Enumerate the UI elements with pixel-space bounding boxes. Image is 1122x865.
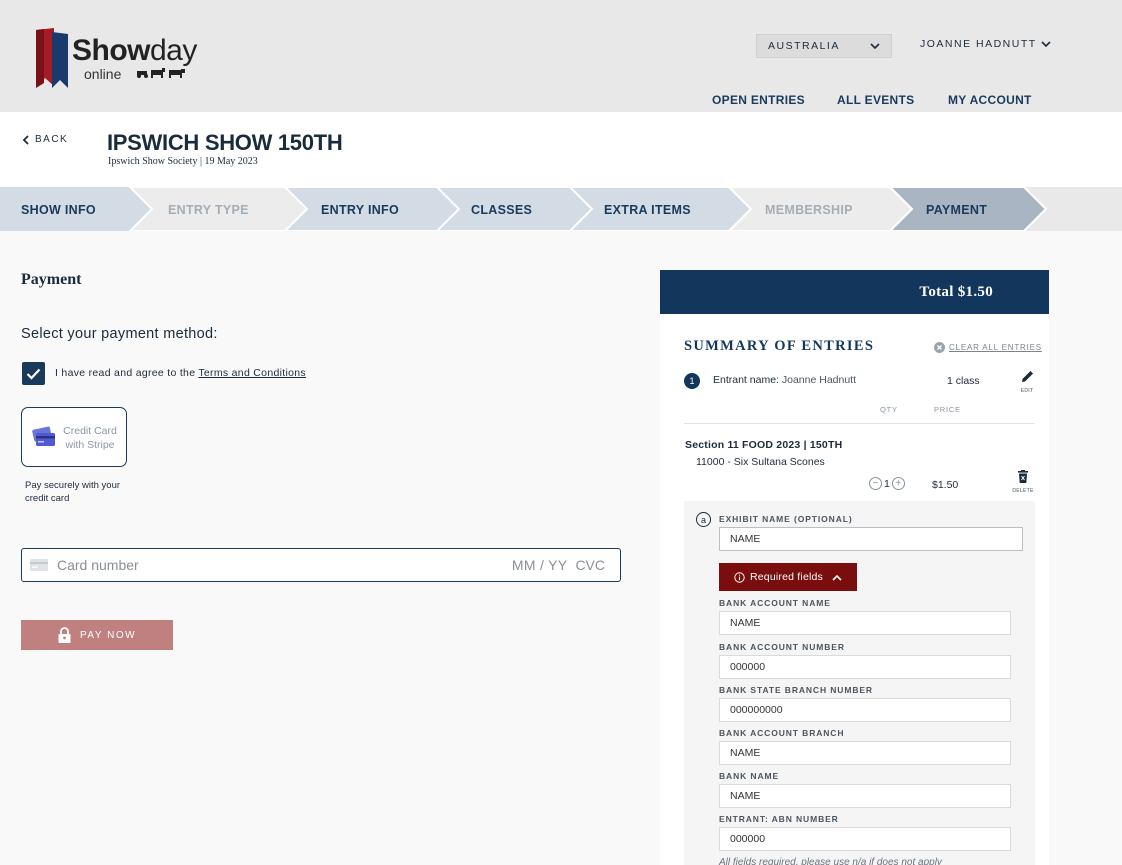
step-membership[interactable]: MEMBERSHIP xyxy=(765,203,853,217)
page-subtitle: Ipswich Show Society | 19 May 2023 xyxy=(108,156,258,167)
required-fields-toggle[interactable]: Required fields xyxy=(719,563,857,591)
payment-panel: Payment Select your payment method: I ha… xyxy=(0,231,640,865)
stripe-label: Credit Card with Stripe xyxy=(63,425,117,451)
entries-summary: Total $1.50 SUMMARY OF ENTRIES CLEAR ALL… xyxy=(660,270,1049,865)
card-expiry-placeholder: MM / YY xyxy=(511,557,568,573)
lock-icon xyxy=(58,627,71,643)
bank-account-name-input[interactable]: NAME xyxy=(719,611,1011,635)
abn-number-input[interactable]: 000000 xyxy=(719,827,1011,851)
logo-wordmark: Showday xyxy=(72,34,197,67)
bank-account-name-label: BANK ACCOUNT NAME xyxy=(719,598,831,608)
clear-all-label: CLEAR ALL ENTRIES xyxy=(949,343,1042,352)
card-icon xyxy=(30,559,48,571)
pay-secure-text: Pay securely with your credit card xyxy=(25,480,121,504)
nav-open-entries[interactable]: OPEN ENTRIES xyxy=(712,93,805,107)
delete-button[interactable]: DELETE xyxy=(1012,470,1034,494)
terms-link[interactable]: Terms and Conditions xyxy=(198,367,306,379)
checkmark-icon xyxy=(26,368,41,380)
total-bar: Total $1.50 xyxy=(660,270,1049,314)
fields-footnote: All fields required, please use n/a if d… xyxy=(719,857,942,865)
pay-now-button[interactable]: PAY NOW xyxy=(21,620,173,650)
country-value: AUSTRALIA xyxy=(768,40,840,52)
abn-number-label: ENTRANT: ABN NUMBER xyxy=(719,814,839,824)
credit-card-icon xyxy=(32,426,55,446)
nav-all-events[interactable]: ALL EVENTS xyxy=(837,93,914,107)
entrant-number-badge: 1 xyxy=(684,373,700,389)
close-circle-icon xyxy=(934,342,945,353)
step-entry-info[interactable]: ENTRY INFO xyxy=(321,203,399,217)
bank-name-input[interactable]: NAME xyxy=(719,784,1011,808)
class-count: 1 class xyxy=(947,375,980,387)
progress-steps: SHOW INFO ENTRY TYPE ENTRY INFO CLASSES … xyxy=(0,187,1122,231)
entry-price: $1.50 xyxy=(932,479,959,491)
edit-button[interactable]: EDIT xyxy=(1018,370,1036,394)
show-titlebar: BACK IPSWICH SHOW 150TH Ipswich Show Soc… xyxy=(0,112,1122,187)
step-classes[interactable]: CLASSES xyxy=(471,203,532,217)
entrant-name: Entrant name: Joanne Hadnutt xyxy=(713,374,857,386)
summary-divider xyxy=(684,423,1035,424)
showday-logo[interactable]: Showday online xyxy=(32,28,202,92)
logo-sub: online xyxy=(84,66,122,82)
back-label: BACK xyxy=(35,134,69,145)
pencil-icon xyxy=(1021,371,1033,382)
qty-column-header: QTY xyxy=(880,405,898,414)
pay-now-label: PAY NOW xyxy=(79,629,137,641)
section-title: Section 11 FOOD 2023 | 150TH xyxy=(685,439,843,451)
bank-account-branch-label: BANK ACCOUNT BRANCH xyxy=(719,728,845,738)
country-select[interactable]: AUSTRALIA xyxy=(756,34,892,58)
edit-label: EDIT xyxy=(1020,388,1034,394)
animals-icon xyxy=(137,68,185,78)
exhibit-letter: a xyxy=(696,512,711,527)
terms-checkbox[interactable] xyxy=(22,362,45,385)
terms-text: I have read and agree to the Terms and C… xyxy=(55,367,306,379)
bsb-number-input[interactable]: 000000000 xyxy=(719,698,1011,722)
card-number-input[interactable]: Card number MM / YY CVC xyxy=(21,548,621,582)
chevron-down-icon xyxy=(1041,40,1051,47)
payment-heading: Payment xyxy=(21,271,82,288)
bank-name-label: BANK NAME xyxy=(719,771,780,781)
class-name: 11000 - Six Sultana Scones xyxy=(696,456,825,468)
back-button[interactable]: BACK xyxy=(22,134,68,145)
step-show-info[interactable]: SHOW INFO xyxy=(21,203,96,217)
card-number-placeholder: Card number xyxy=(57,557,139,573)
bsb-number-label: BANK STATE BRANCH NUMBER xyxy=(719,685,873,695)
required-fields-label: Required fields xyxy=(749,571,824,583)
terms-prefix: I have read and agree to the xyxy=(55,367,199,379)
site-header: Showday online AUSTRALIA JOANNE HADNUTT … xyxy=(0,0,1122,112)
bank-account-number-input[interactable]: 000000 xyxy=(719,655,1011,679)
price-column-header: PRICE xyxy=(934,405,961,414)
bank-account-number-label: BANK ACCOUNT NUMBER xyxy=(719,642,845,652)
trash-icon xyxy=(1018,470,1028,483)
ribbon-icon xyxy=(36,28,68,88)
clear-all-entries[interactable]: CLEAR ALL ENTRIES xyxy=(934,342,1042,353)
decrement-button[interactable]: − xyxy=(869,477,882,490)
user-menu[interactable]: JOANNE HADNUTT xyxy=(920,38,1051,50)
increment-button[interactable]: + xyxy=(891,477,905,490)
bank-account-branch-input[interactable]: NAME xyxy=(719,741,1011,765)
select-method-label: Select your payment method: xyxy=(21,326,218,342)
card-cvc-placeholder: CVC xyxy=(575,557,605,573)
nav-my-account[interactable]: MY ACCOUNT xyxy=(948,93,1032,107)
chevron-left-icon xyxy=(22,134,29,145)
info-icon xyxy=(734,571,745,583)
quantity-value: 1 xyxy=(884,477,890,490)
summary-title: SUMMARY OF ENTRIES xyxy=(684,338,875,354)
chevron-down-icon xyxy=(870,42,880,49)
exhibit-name-label: EXHIBIT NAME (OPTIONAL) xyxy=(719,514,853,524)
page-title: IPSWICH SHOW 150TH xyxy=(107,130,343,155)
step-extra-items[interactable]: EXTRA ITEMS xyxy=(604,203,691,217)
step-payment[interactable]: PAYMENT xyxy=(926,203,987,217)
user-name: JOANNE HADNUTT xyxy=(920,38,1037,50)
exhibit-name-input[interactable]: NAME xyxy=(719,527,1023,551)
step-entry-type[interactable]: ENTRY TYPE xyxy=(168,203,249,217)
exhibit-details: a EXHIBIT NAME (OPTIONAL) NAME Required … xyxy=(684,501,1035,865)
stripe-payment-option[interactable]: Credit Card with Stripe xyxy=(21,407,127,467)
quantity-stepper: − 1 + xyxy=(869,477,905,490)
delete-label: DELETE xyxy=(1012,488,1034,494)
chevron-up-icon xyxy=(832,574,842,581)
